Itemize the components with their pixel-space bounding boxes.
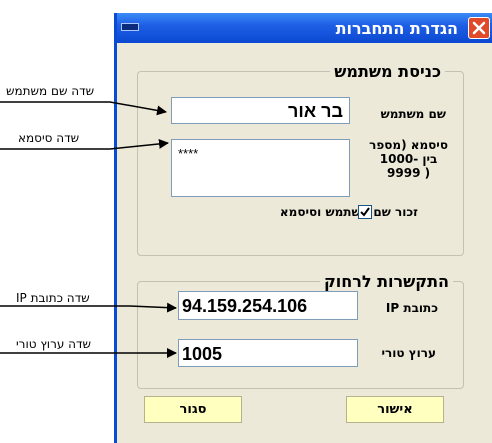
annotation-arrows [0, 101, 177, 358]
username-arrow [0, 101, 167, 116]
password-arrow [0, 138, 169, 150]
ip-arrow [0, 302, 177, 313]
